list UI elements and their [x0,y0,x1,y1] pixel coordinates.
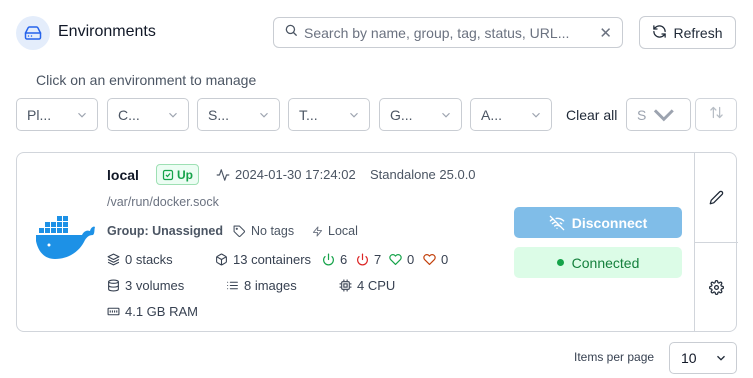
filter-label: A... [481,106,503,123]
chevron-down-icon [350,112,358,118]
page-title: Environments [58,23,156,40]
platform-info: Standalone 25.0.0 [370,167,476,182]
filter-label: Pl... [27,106,52,123]
chevron-down-icon [260,112,268,118]
wifi-off-icon [549,215,565,230]
chevron-down-icon [169,112,177,118]
disconnect-label: Disconnect [571,214,648,231]
status-dot-icon [556,259,564,266]
clear-all-link[interactable]: Clear all [566,107,617,123]
filter-label: S... [208,106,230,123]
stopped-count: 7 [356,252,381,267]
connection-status-badge: Connected [514,247,682,278]
running-count: 6 [322,252,347,267]
status-label: Up [177,167,193,182]
chevron-down-icon [442,112,450,118]
heartbeat-icon [216,168,230,181]
items-per-page-label: Items per page [574,350,655,364]
pencil-icon [709,190,724,205]
stopped-value: 7 [374,252,382,267]
environments-icon [16,16,50,50]
search-icon [284,23,298,42]
list-icon [227,281,238,290]
filter-label: C... [118,106,140,123]
heart-healthy-icon [389,254,402,266]
cpu-count: 4 CPU [339,278,395,293]
settings-button[interactable] [695,243,738,332]
status-badge: Up [156,164,199,185]
clear-search-icon[interactable]: ✕ [599,24,612,42]
card-actions [694,153,738,332]
healthy-count: 0 [389,252,414,267]
volumes-label: 3 volumes [125,278,185,293]
tag-icon [233,225,245,237]
sort-by-placeholder: S [637,106,647,123]
environment-url: /var/run/docker.sock [107,195,219,209]
connection-filter[interactable]: C... [107,98,189,131]
heart-unhealthy-icon [423,254,436,266]
docker-logo-icon [35,213,97,266]
gear-icon [709,280,724,295]
tags-label: No tags [251,224,295,238]
sort-order-button[interactable] [695,98,737,131]
search-box[interactable]: ✕ [273,17,623,48]
tags-filter[interactable]: T... [288,98,370,131]
items-per-page-value: 10 [681,350,697,366]
connected-label: Connected [571,254,640,271]
running-value: 6 [340,252,348,267]
database-icon [108,279,119,292]
environment-type: Local [312,224,358,238]
status-filter[interactable]: S... [197,98,280,131]
items-per-page-select[interactable]: 10 [669,342,737,374]
last-check: 2024-01-30 17:24:02 [216,167,356,182]
sort-arrows-icon [709,105,724,125]
volumes-count: 3 volumes [107,278,184,293]
cpu-label: 4 CPU [357,278,396,293]
refresh-label: Refresh [673,24,723,41]
bolt-icon [312,225,323,237]
environment-card[interactable]: local Up 2024-01-30 17:24:02 Standalone … [16,152,738,332]
group-label: Group: Unassigned [107,224,223,238]
healthy-value: 0 [407,252,415,267]
ram-info: 4.1 GB RAM [107,304,198,319]
unhealthy-count: 0 [423,252,448,267]
type-label: Local [328,224,358,238]
last-check-time: 2024-01-30 17:24:02 [235,167,356,182]
tags-info: No tags [233,224,294,238]
chevron-down-icon [78,112,86,118]
memory-icon [107,307,120,316]
cpu-icon [339,279,352,292]
power-off-icon [357,253,368,266]
containers-count: 13 containers [215,252,311,267]
chevron-down-icon [717,355,725,361]
search-input[interactable] [304,24,600,41]
subtitle: Click on an environment to manage [36,72,257,88]
containers-label: 13 containers [233,252,312,267]
images-label: 8 images [244,278,297,293]
sort-by-select[interactable]: S [626,98,691,131]
ram-label: 4.1 GB RAM [125,304,198,319]
layers-icon [107,253,120,266]
edit-button[interactable] [695,153,738,242]
refresh-button[interactable]: Refresh [639,16,736,49]
stacks-count: 0 stacks [107,252,173,267]
stacks-label: 0 stacks [125,252,173,267]
box-icon [216,253,227,266]
check-icon [162,169,174,180]
agent-version-filter[interactable]: A... [470,98,552,131]
refresh-icon [652,24,667,42]
disconnect-button[interactable]: Disconnect [514,207,682,238]
platform-filter[interactable]: Pl... [16,98,98,131]
filter-label: T... [299,106,318,123]
chevron-down-icon [654,108,675,122]
chevron-down-icon [532,112,540,118]
filter-label: G... [390,106,413,123]
unhealthy-value: 0 [441,252,449,267]
images-count: 8 images [226,278,297,293]
groups-filter[interactable]: G... [379,98,462,131]
power-on-icon [323,253,334,266]
environment-name: local [107,167,139,183]
